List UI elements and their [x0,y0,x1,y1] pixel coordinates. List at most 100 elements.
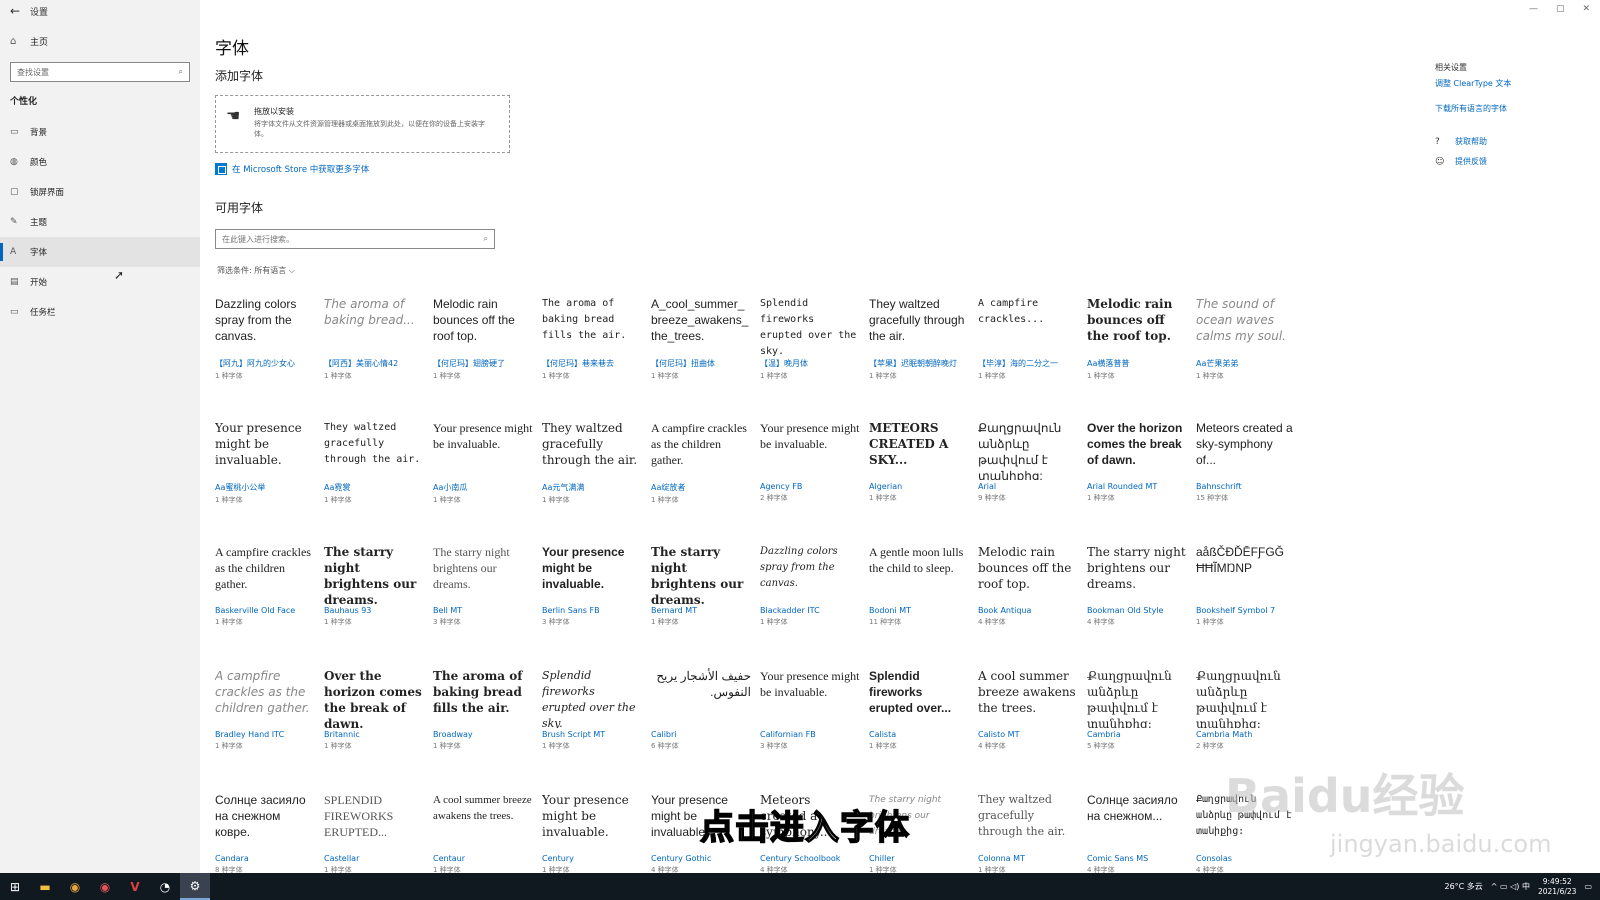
cleartype-link[interactable]: 调整 ClearType 文本 [1435,78,1575,89]
sidebar-item-start[interactable]: ▤ 开始 [0,267,200,297]
font-count: 5 种字体 [1087,742,1115,750]
font-name: Century [542,854,574,863]
download-fonts-link[interactable]: 下载所有语言的字体 [1435,103,1575,114]
font-card[interactable]: The sound of ocean waves calms my soul. A… [1196,296,1296,416]
store-link[interactable]: 在 Microsoft Store 中获取更多字体 [215,163,369,175]
font-card[interactable]: They waltzed gracefully through the air.… [869,296,969,416]
font-sample: The aroma of baking bread fills the air. [542,298,627,341]
font-card[interactable]: The starry night brightens our dreams. Be… [651,544,751,664]
brush-icon: ✎ [10,217,18,227]
font-card[interactable]: Meteors created a sky-symphony of... Bahn… [1196,420,1296,540]
windows-start-icon[interactable]: ⊞ [0,880,30,894]
font-card[interactable]: Your presence might be invaluable. Aa蜜桃小公… [215,420,315,540]
chrome-icon[interactable]: ◉ [60,873,90,900]
font-card[interactable]: Քաղցրավուն անձրևը թափվում է տանիքից: Camb… [1087,668,1187,788]
font-dropzone[interactable]: ☚ 拖放以安装 将字体文件从文件资源管理器或桌面拖放到此处，以便在你的设备上安装… [215,95,510,153]
maximize-icon[interactable]: ▢ [1556,4,1565,14]
font-search-placeholder: 在此键入进行搜索。 [222,234,294,244]
font-sample: Your presence might be invaluable. [215,421,302,467]
font-card[interactable]: Dazzling colors spray from the canvas. Bl… [760,544,860,664]
font-card[interactable]: A campfire crackles as the children gath… [651,420,751,540]
weather-widget[interactable]: 26°C 多云 [1444,881,1482,892]
font-count: 1 种字体 [651,618,679,626]
font-sample: Splendid fireworks erupted over the sky. [542,669,636,728]
font-card[interactable]: Your presence might be invaluable. Califo… [760,668,860,788]
sidebar-item-home[interactable]: ⌂ 主页 [0,28,200,54]
font-sample: Splendid fireworks erupted over the sky. [760,298,857,356]
font-name: Chiller [869,854,895,863]
sidebar-item-label: 任务栏 [30,308,56,318]
font-card[interactable]: The starry night brightens our dreams. Be… [433,544,533,664]
clock-app-icon[interactable]: ◔ [150,873,180,900]
font-card[interactable]: Your presence might be invaluable. Berlin… [542,544,642,664]
font-card[interactable]: Splendid fireworks erupted over... Calist… [869,668,969,788]
font-card[interactable]: Dazzling colors spray from the canvas. 【阿… [215,296,315,416]
font-card[interactable]: The starry night brightens our dreams. Bo… [1087,544,1187,664]
taskbar-icon: ▭ [10,307,19,317]
font-card[interactable]: A campfire crackles as the children gath… [215,544,315,664]
font-name: Colonna MT [978,854,1025,863]
font-card[interactable]: A gentle moon lulls the child to sleep. B… [869,544,969,664]
settings-search-input[interactable]: 查找设置 ⌕ [10,62,190,82]
font-card[interactable]: Over the horizon comes the break of dawn… [324,668,424,788]
font-card[interactable]: Your presence might be invaluable. Agency… [760,420,860,540]
font-card[interactable]: Melodic rain bounces off the roof top. Aa… [1087,296,1187,416]
font-name: Century Schoolbook [760,854,841,863]
sidebar-item-lockscreen[interactable]: ▢ 锁屏界面 [0,177,200,207]
font-card[interactable]: A cool summer breeze awakens the trees. C… [978,668,1078,788]
font-sample: A campfire crackles as the children gath… [651,421,747,467]
font-sample: They waltzed gracefully through the air. [978,793,1066,838]
language-filter-dropdown[interactable]: 筛选条件: 所有语言 ⌵ [217,265,295,276]
clock[interactable]: 9:49:52 2021/6/23 [1538,877,1576,897]
font-card[interactable]: They waltzed gracefully through the air.… [324,420,424,540]
font-card[interactable]: aåßČĐĎĒFƑGĞ ĦĦĨMŊNP Bookshelf Symbol 7 1 种… [1196,544,1296,664]
font-card[interactable]: Over the horizon comes the break of dawn… [1087,420,1187,540]
font-search-input[interactable]: 在此键入进行搜索。 ⌕ [215,229,495,249]
font-name: 【温】晚月体 [760,359,808,368]
video-app-icon[interactable]: V [120,873,150,900]
font-sample: They waltzed gracefully through the air. [542,421,638,467]
font-card[interactable]: METEORS CREATED A SKY... Algerian 1 种字体 [869,420,969,540]
font-name: Calisto MT [978,730,1020,739]
settings-app-icon[interactable]: ⚙ [180,873,210,900]
font-name: 【何尼玛】翅膀硬了 [433,359,505,368]
sidebar-item-fonts[interactable]: A 字体 [0,237,200,267]
tray-icons[interactable]: ^ ▭ ◁) 中 [1491,881,1530,892]
minimize-icon[interactable]: — [1529,4,1538,14]
sidebar-item-label: 字体 [30,248,48,258]
get-help-link[interactable]: ? 获取帮助 [1435,136,1575,147]
clock-time: 9:49:52 [1542,876,1572,886]
font-card[interactable]: The aroma of baking bread fills the air.… [542,296,642,416]
file-explorer-icon[interactable]: ▬ [30,873,60,900]
sidebar-item-themes[interactable]: ✎ 主题 [0,207,200,237]
sidebar-item-taskbar[interactable]: ▭ 任务栏 [0,297,200,327]
font-card[interactable]: The starry night brightens our dreams. Ba… [324,544,424,664]
font-sample: The sound of ocean waves calms my soul. [1196,297,1286,343]
font-card[interactable]: حفيف الأشجار يريح النفوس. Calibri 6 种字体 [651,668,751,788]
font-name: Bodoni MT [869,606,911,615]
title-bar: ← 设置 [0,0,200,22]
sidebar-item-background[interactable]: ▭ 背景 [0,117,200,147]
font-card[interactable]: A campfire crackles as the children gath… [215,668,315,788]
font-card[interactable]: The aroma of baking bread... 【阿西】美丽心情42 1 … [324,296,424,416]
back-arrow-icon[interactable]: ← [0,4,30,18]
sidebar-item-colors[interactable]: ◍ 颜色 [0,147,200,177]
font-count: 1 种字体 [324,372,352,380]
font-sample: Dazzling colors spray from the canvas. [760,546,838,589]
feedback-link[interactable]: ☺ 提供反馈 [1435,156,1575,167]
close-icon[interactable]: ✕ [1582,4,1590,14]
font-card[interactable]: Melodic rain bounces off the roof top. 【何… [433,296,533,416]
font-card[interactable]: Քաղցրավուն անձրևը թափվում է տանիքից: Aria… [978,420,1078,540]
font-card[interactable]: Melodic rain bounces off the roof top. Bo… [978,544,1078,664]
font-sample: A campfire crackles as the children gath… [215,669,310,715]
font-card[interactable]: A campfire crackles... 【毕淳】海的二分之一 1 种字体 [978,296,1078,416]
font-card[interactable]: Splendid fireworks erupted over the sky.… [760,296,860,416]
notification-icon[interactable]: ▭ [1584,882,1592,891]
font-card[interactable]: A_cool_summer_ breeze_awakens_ the_trees… [651,296,751,416]
font-card[interactable]: The aroma of baking bread fills the air.… [433,668,533,788]
help-section: ? 获取帮助 ☺ 提供反馈 [1435,136,1575,167]
browser-icon[interactable]: ◉ [90,873,120,900]
font-card[interactable]: Your presence might be invaluable. Aa小南瓜 1… [433,420,533,540]
font-card[interactable]: They waltzed gracefully through the air.… [542,420,642,540]
font-card[interactable]: Splendid fireworks erupted over the sky.… [542,668,642,788]
